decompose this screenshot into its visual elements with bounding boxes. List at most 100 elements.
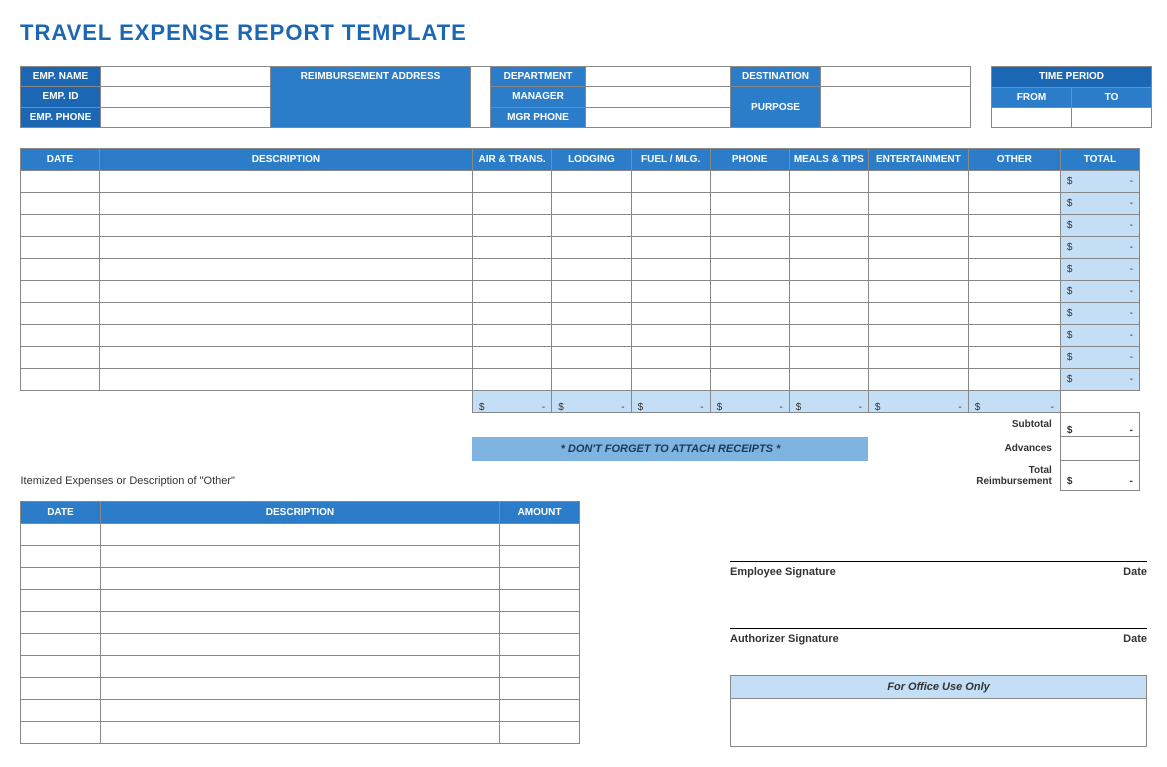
input-emp-id[interactable]	[101, 87, 271, 107]
expense-cell[interactable]	[710, 259, 789, 281]
itemized-cell[interactable]	[100, 656, 499, 678]
expense-cell[interactable]	[99, 259, 472, 281]
expense-cell[interactable]	[472, 369, 551, 391]
expense-cell[interactable]	[472, 215, 551, 237]
itemized-cell[interactable]	[100, 568, 499, 590]
expense-cell[interactable]	[552, 237, 631, 259]
expense-cell[interactable]	[552, 171, 631, 193]
expense-cell[interactable]	[968, 171, 1060, 193]
itemized-cell[interactable]	[21, 634, 101, 656]
expense-cell[interactable]	[868, 215, 968, 237]
itemized-cell[interactable]	[21, 612, 101, 634]
itemized-cell[interactable]	[100, 722, 499, 744]
itemized-cell[interactable]	[100, 546, 499, 568]
expense-cell[interactable]	[552, 259, 631, 281]
itemized-cell[interactable]	[500, 722, 580, 744]
expense-cell[interactable]	[868, 325, 968, 347]
expense-cell[interactable]	[631, 237, 710, 259]
expense-cell[interactable]	[789, 193, 868, 215]
itemized-cell[interactable]	[500, 590, 580, 612]
expense-cell[interactable]	[631, 215, 710, 237]
itemized-cell[interactable]	[500, 524, 580, 546]
input-purpose[interactable]	[821, 87, 971, 128]
itemized-cell[interactable]	[21, 678, 101, 700]
expense-cell[interactable]	[21, 303, 100, 325]
expense-cell[interactable]	[21, 281, 100, 303]
expense-cell[interactable]	[789, 281, 868, 303]
expense-cell[interactable]	[552, 303, 631, 325]
expense-cell[interactable]	[868, 369, 968, 391]
expense-cell[interactable]	[631, 193, 710, 215]
expense-cell[interactable]	[472, 237, 551, 259]
itemized-cell[interactable]	[21, 722, 101, 744]
expense-cell[interactable]	[631, 369, 710, 391]
input-emp-name[interactable]	[101, 67, 271, 87]
expense-cell[interactable]	[968, 303, 1060, 325]
itemized-cell[interactable]	[100, 590, 499, 612]
expense-cell[interactable]	[99, 325, 472, 347]
input-department[interactable]	[586, 67, 731, 87]
expense-cell[interactable]	[968, 281, 1060, 303]
expense-cell[interactable]	[631, 347, 710, 369]
expense-cell[interactable]	[99, 303, 472, 325]
expense-cell[interactable]	[868, 237, 968, 259]
expense-cell[interactable]	[99, 237, 472, 259]
expense-cell[interactable]	[472, 303, 551, 325]
itemized-cell[interactable]	[500, 568, 580, 590]
expense-cell[interactable]	[968, 325, 1060, 347]
expense-cell[interactable]	[789, 171, 868, 193]
itemized-cell[interactable]	[21, 524, 101, 546]
itemized-cell[interactable]	[500, 612, 580, 634]
office-use-body[interactable]	[730, 699, 1147, 747]
expense-cell[interactable]	[789, 215, 868, 237]
expense-cell[interactable]	[21, 237, 100, 259]
expense-cell[interactable]	[99, 171, 472, 193]
expense-cell[interactable]	[789, 347, 868, 369]
expense-cell[interactable]	[552, 325, 631, 347]
expense-cell[interactable]	[472, 347, 551, 369]
expense-cell[interactable]	[868, 193, 968, 215]
itemized-cell[interactable]	[500, 656, 580, 678]
expense-cell[interactable]	[789, 259, 868, 281]
itemized-cell[interactable]	[21, 546, 101, 568]
expense-cell[interactable]	[21, 369, 100, 391]
itemized-cell[interactable]	[100, 678, 499, 700]
expense-cell[interactable]	[789, 303, 868, 325]
itemized-cell[interactable]	[100, 524, 499, 546]
expense-cell[interactable]	[552, 215, 631, 237]
expense-cell[interactable]	[710, 325, 789, 347]
expense-cell[interactable]	[710, 347, 789, 369]
itemized-cell[interactable]	[21, 590, 101, 612]
input-mgr-phone[interactable]	[586, 107, 731, 127]
expense-cell[interactable]	[789, 325, 868, 347]
expense-cell[interactable]	[968, 237, 1060, 259]
input-emp-phone[interactable]	[101, 107, 271, 127]
expense-cell[interactable]	[552, 369, 631, 391]
input-advances[interactable]	[1060, 437, 1139, 461]
expense-cell[interactable]	[21, 171, 100, 193]
expense-cell[interactable]	[710, 281, 789, 303]
expense-cell[interactable]	[21, 325, 100, 347]
itemized-cell[interactable]	[100, 634, 499, 656]
expense-cell[interactable]	[710, 369, 789, 391]
expense-cell[interactable]	[631, 303, 710, 325]
input-manager[interactable]	[586, 87, 731, 107]
itemized-cell[interactable]	[500, 678, 580, 700]
expense-cell[interactable]	[868, 347, 968, 369]
expense-cell[interactable]	[868, 281, 968, 303]
expense-cell[interactable]	[710, 303, 789, 325]
expense-cell[interactable]	[968, 347, 1060, 369]
expense-cell[interactable]	[710, 237, 789, 259]
itemized-cell[interactable]	[100, 612, 499, 634]
itemized-cell[interactable]	[500, 546, 580, 568]
expense-cell[interactable]	[631, 325, 710, 347]
expense-cell[interactable]	[868, 259, 968, 281]
expense-cell[interactable]	[472, 171, 551, 193]
input-to[interactable]	[1072, 108, 1152, 128]
expense-cell[interactable]	[631, 259, 710, 281]
input-destination[interactable]	[821, 67, 971, 87]
itemized-cell[interactable]	[500, 634, 580, 656]
input-from[interactable]	[992, 108, 1072, 128]
expense-cell[interactable]	[789, 369, 868, 391]
expense-cell[interactable]	[99, 281, 472, 303]
